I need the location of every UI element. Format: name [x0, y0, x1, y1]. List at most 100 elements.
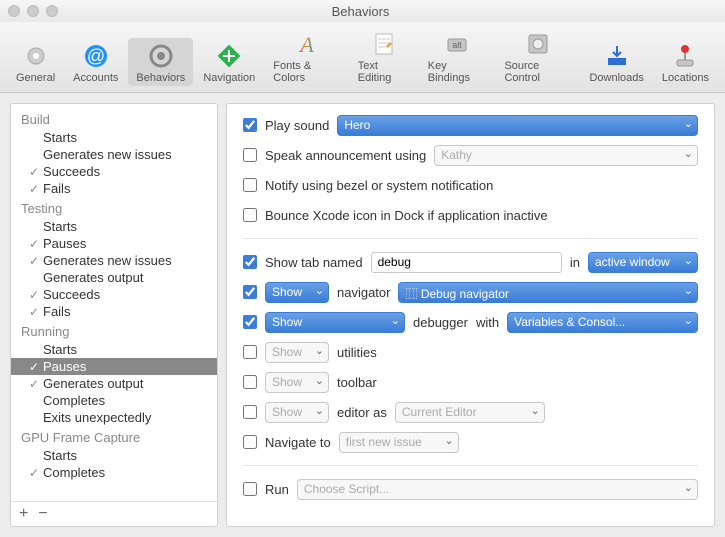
- play-sound-row: Play sound Hero: [243, 114, 698, 136]
- debug-navigator-icon: ⿲: [405, 287, 420, 301]
- check-icon: ✓: [29, 305, 43, 319]
- toolbar-fonts-colors[interactable]: AFonts & Colors: [265, 26, 347, 86]
- navigator-action-select[interactable]: Show: [265, 282, 329, 303]
- navigate-to-row: Navigate to first new issue: [243, 431, 698, 453]
- play-sound-checkbox[interactable]: [243, 118, 257, 132]
- speak-row: Speak announcement using Kathy: [243, 144, 698, 166]
- sidebar-item[interactable]: Completes: [11, 392, 217, 409]
- toolbar-action-select[interactable]: Show: [265, 372, 329, 393]
- diamond-icon: [213, 40, 245, 72]
- check-icon: ✓: [29, 182, 43, 196]
- toolbar-locations[interactable]: Locations: [654, 38, 717, 86]
- joystick-icon: [669, 40, 701, 72]
- editor-checkbox[interactable]: [243, 405, 257, 419]
- content: Build Starts Generates new issues ✓Succe…: [0, 93, 725, 537]
- utilities-label: utilities: [337, 345, 377, 360]
- check-icon: ✓: [29, 360, 43, 374]
- toolbar-key-bindings[interactable]: altKey Bindings: [420, 26, 495, 86]
- sidebar-item[interactable]: Starts: [11, 129, 217, 146]
- toolbar-checkbox[interactable]: [243, 375, 257, 389]
- toolbar-row: Show toolbar: [243, 371, 698, 393]
- editor-select[interactable]: Current Editor: [395, 402, 545, 423]
- run-script-select[interactable]: Choose Script...: [297, 479, 698, 500]
- debugger-action-select[interactable]: Show: [265, 312, 405, 333]
- window-controls: [8, 5, 58, 17]
- titlebar: Behaviors: [0, 0, 725, 22]
- gear-icon: [20, 40, 52, 72]
- sidebar-item[interactable]: ✓Completes: [11, 464, 217, 481]
- check-icon: ✓: [29, 254, 43, 268]
- bounce-checkbox[interactable]: [243, 208, 257, 222]
- group-header: Testing: [11, 199, 217, 218]
- gear-icon: [145, 40, 177, 72]
- sidebar-item[interactable]: Exits unexpectedly: [11, 409, 217, 426]
- debugger-row: Show debugger with Variables & Consol...: [243, 311, 698, 333]
- sidebar-item[interactable]: Generates new issues: [11, 146, 217, 163]
- toolbar-downloads[interactable]: Downloads: [581, 38, 651, 86]
- check-icon: ✓: [29, 377, 43, 391]
- show-tab-row: Show tab named in active window: [243, 251, 698, 273]
- editor-action-select[interactable]: Show: [265, 402, 329, 423]
- sidebar-item[interactable]: ✓Fails: [11, 303, 217, 320]
- sidebar-item[interactable]: Starts: [11, 447, 217, 464]
- notify-checkbox[interactable]: [243, 178, 257, 192]
- sidebar-item[interactable]: ✓Generates output: [11, 375, 217, 392]
- speak-label: Speak announcement using: [265, 148, 426, 163]
- utilities-row: Show utilities: [243, 341, 698, 363]
- sidebar-item[interactable]: Starts: [11, 218, 217, 235]
- sidebar-item[interactable]: ✓Succeeds: [11, 286, 217, 303]
- tab-name-input[interactable]: [371, 252, 562, 273]
- toolbar-navigation[interactable]: Navigation: [195, 38, 263, 86]
- close-icon[interactable]: [8, 5, 20, 17]
- with-label: with: [476, 315, 499, 330]
- sidebar-item[interactable]: ✓Succeeds: [11, 163, 217, 180]
- sidebar-item[interactable]: Starts: [11, 341, 217, 358]
- debugger-view-select[interactable]: Variables & Consol...: [507, 312, 698, 333]
- window-select[interactable]: active window: [588, 252, 698, 273]
- toolbar-row-label: toolbar: [337, 375, 377, 390]
- navigator-select[interactable]: ⿲ Debug navigator: [398, 282, 698, 303]
- debugger-label: debugger: [413, 315, 468, 330]
- minimize-icon[interactable]: [27, 5, 39, 17]
- sidebar: Build Starts Generates new issues ✓Succe…: [10, 103, 218, 527]
- toolbar-text-editing[interactable]: Text Editing: [350, 26, 418, 86]
- editor-label: editor as: [337, 405, 387, 420]
- navigator-checkbox[interactable]: [243, 285, 257, 299]
- bounce-label: Bounce Xcode icon in Dock if application…: [265, 208, 548, 223]
- download-icon: [601, 40, 633, 72]
- utilities-checkbox[interactable]: [243, 345, 257, 359]
- sidebar-item[interactable]: Generates output: [11, 269, 217, 286]
- sidebar-list[interactable]: Build Starts Generates new issues ✓Succe…: [11, 104, 217, 501]
- check-icon: ✓: [29, 288, 43, 302]
- play-sound-select[interactable]: Hero: [337, 115, 698, 136]
- remove-button[interactable]: −: [38, 505, 47, 523]
- run-label: Run: [265, 482, 289, 497]
- navigate-to-checkbox[interactable]: [243, 435, 257, 449]
- utilities-action-select[interactable]: Show: [265, 342, 329, 363]
- run-checkbox[interactable]: [243, 482, 257, 496]
- at-icon: @: [80, 40, 112, 72]
- zoom-icon[interactable]: [46, 5, 58, 17]
- toolbar-general[interactable]: General: [8, 38, 63, 86]
- group-header: Running: [11, 322, 217, 341]
- navigator-row: Show navigator ⿲ Debug navigator: [243, 281, 698, 303]
- divider: [243, 465, 698, 466]
- speak-voice-select[interactable]: Kathy: [434, 145, 698, 166]
- show-tab-checkbox[interactable]: [243, 255, 257, 269]
- debugger-checkbox[interactable]: [243, 315, 257, 329]
- sidebar-item[interactable]: ✓Pauses: [11, 358, 217, 375]
- sidebar-item[interactable]: ✓Generates new issues: [11, 252, 217, 269]
- toolbar-accounts[interactable]: @Accounts: [65, 38, 126, 86]
- toolbar-behaviors[interactable]: Behaviors: [128, 38, 193, 86]
- sidebar-item[interactable]: ✓Fails: [11, 180, 217, 197]
- toolbar-source-control[interactable]: Source Control: [496, 26, 579, 86]
- sidebar-footer: + −: [11, 501, 217, 526]
- sidebar-item[interactable]: ✓Pauses: [11, 235, 217, 252]
- navigate-to-select[interactable]: first new issue: [339, 432, 459, 453]
- letter-a-icon: A: [291, 28, 323, 60]
- svg-text:A: A: [298, 32, 314, 57]
- window-title: Behaviors: [58, 4, 663, 19]
- add-button[interactable]: +: [19, 505, 28, 523]
- run-row: Run Choose Script...: [243, 478, 698, 500]
- speak-checkbox[interactable]: [243, 148, 257, 162]
